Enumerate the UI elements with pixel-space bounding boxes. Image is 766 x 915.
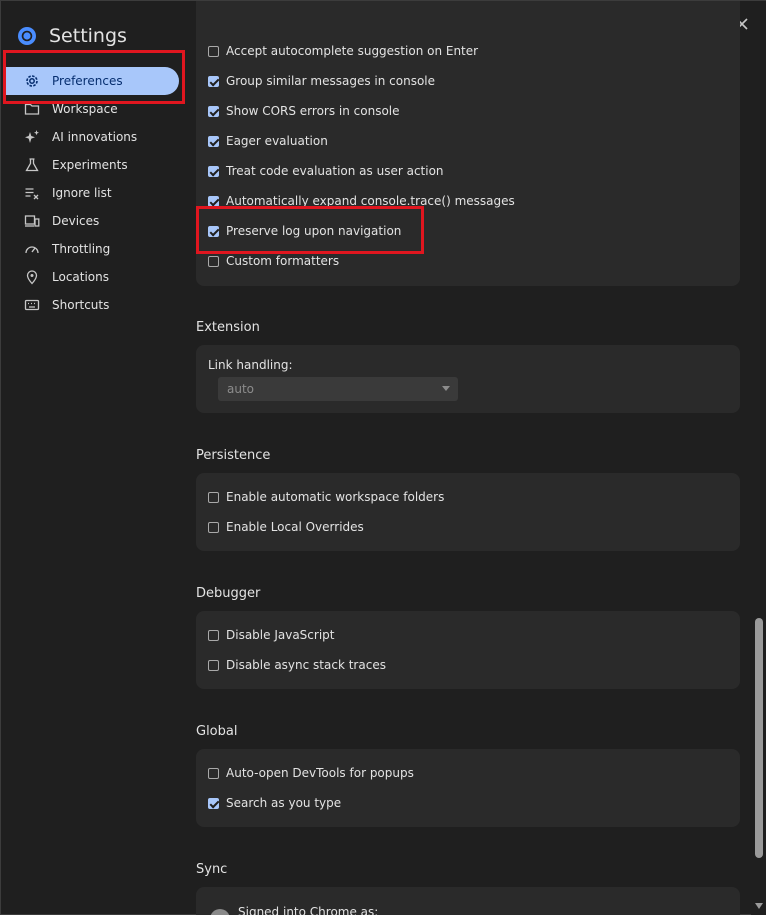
checkbox[interactable]: [208, 195, 219, 207]
sidebar-item-throttling[interactable]: Throttling: [5, 235, 179, 263]
option-custom-formatters[interactable]: Custom formatters: [208, 251, 339, 271]
sidebar-item-label: Ignore list: [52, 186, 112, 200]
option-show-cors[interactable]: Show CORS errors in console: [208, 101, 400, 121]
section-title-sync: Sync: [196, 862, 228, 877]
settings-header: Settings: [17, 25, 127, 47]
link-handling-label: Link handling:: [208, 358, 293, 372]
option-auto-open-devtools[interactable]: Auto-open DevTools for popups: [208, 763, 414, 783]
scrollbar-thumb[interactable]: [755, 618, 763, 858]
option-group-similar[interactable]: Group similar messages in console: [208, 71, 435, 91]
keyboard-icon: [23, 296, 41, 314]
sidebar-item-preferences[interactable]: Preferences: [5, 67, 179, 95]
option-label: Custom formatters: [226, 254, 340, 268]
settings-content: Accept autocomplete suggestion on Enter …: [196, 1, 741, 915]
sidebar-item-ai-innovations[interactable]: AI innovations: [5, 123, 179, 151]
gauge-icon: [23, 240, 41, 258]
ignore-list-icon: [23, 184, 41, 202]
console-settings-card: Accept autocomplete suggestion on Enter …: [196, 1, 740, 286]
sidebar-item-label: Shortcuts: [52, 298, 110, 312]
checkbox[interactable]: [208, 797, 219, 809]
sidebar-item-label: Throttling: [52, 242, 111, 256]
checkbox[interactable]: [208, 767, 219, 779]
persistence-card: Enable automatic workspace folders Enabl…: [196, 473, 740, 551]
option-eager-evaluation[interactable]: Eager evaluation: [208, 131, 328, 151]
checkbox[interactable]: [208, 491, 219, 503]
option-label: Enable automatic workspace folders: [226, 490, 445, 504]
section-title-global: Global: [196, 724, 238, 739]
checkbox[interactable]: [208, 225, 219, 237]
option-expand-console-trace[interactable]: Automatically expand console.trace() mes…: [208, 191, 515, 211]
sidebar-item-label: Locations: [52, 270, 110, 284]
sparkle-icon: [23, 128, 41, 146]
checkbox[interactable]: [208, 165, 219, 177]
link-handling-select[interactable]: auto: [218, 377, 458, 401]
option-label: Accept autocomplete suggestion on Enter: [226, 44, 479, 58]
option-label: Treat code evaluation as user action: [226, 164, 444, 178]
sidebar-item-label: Devices: [52, 214, 100, 228]
signed-in-text: Signed into Chrome as:: [238, 905, 379, 915]
debugger-card: Disable JavaScript Disable async stack t…: [196, 611, 740, 689]
folder-icon: [23, 100, 41, 118]
option-accept-autocomplete[interactable]: Accept autocomplete suggestion on Enter: [208, 41, 478, 61]
chrome-devtools-logo: [18, 27, 36, 45]
sidebar-item-devices[interactable]: Devices: [5, 207, 179, 235]
sidebar-item-label: Preferences: [52, 74, 123, 88]
option-label: Preserve log upon navigation: [226, 224, 402, 238]
option-label: Enable Local Overrides: [226, 520, 364, 534]
option-treat-code-evaluation[interactable]: Treat code evaluation as user action: [208, 161, 444, 181]
location-pin-icon: [23, 268, 41, 286]
section-title-debugger: Debugger: [196, 586, 261, 601]
devices-icon: [23, 212, 41, 230]
option-label: Automatically expand console.trace() mes…: [226, 194, 515, 208]
sidebar-item-ignore-list[interactable]: Ignore list: [5, 179, 179, 207]
option-auto-workspace-folders[interactable]: Enable automatic workspace folders: [208, 487, 444, 507]
gear-icon: [23, 72, 41, 90]
page-title: Settings: [49, 25, 127, 47]
checkbox[interactable]: [208, 521, 219, 533]
chevron-down-icon: [442, 386, 450, 391]
sidebar-item-shortcuts[interactable]: Shortcuts: [5, 291, 179, 319]
option-label: Auto-open DevTools for popups: [226, 766, 414, 780]
settings-nav: Preferences Workspace AI innovations Exp…: [1, 67, 187, 319]
option-disable-javascript[interactable]: Disable JavaScript: [208, 625, 334, 645]
section-title-persistence: Persistence: [196, 448, 271, 463]
link-handling-value: auto: [227, 382, 255, 396]
option-label: Show CORS errors in console: [226, 104, 400, 118]
option-local-overrides[interactable]: Enable Local Overrides: [208, 517, 364, 537]
settings-window: Settings Preferences Workspace AI innova…: [0, 0, 766, 915]
sidebar-item-label: AI innovations: [52, 130, 138, 144]
option-search-as-you-type[interactable]: Search as you type: [208, 793, 341, 813]
sidebar-item-label: Experiments: [52, 158, 128, 172]
sidebar-item-workspace[interactable]: Workspace: [5, 95, 179, 123]
avatar: [210, 909, 230, 915]
checkbox[interactable]: [208, 135, 219, 147]
option-disable-async-stack[interactable]: Disable async stack traces: [208, 655, 386, 675]
flask-icon: [23, 156, 41, 174]
sidebar-item-locations[interactable]: Locations: [5, 263, 179, 291]
option-label: Eager evaluation: [226, 134, 328, 148]
checkbox[interactable]: [208, 45, 219, 57]
global-card: Auto-open DevTools for popups Search as …: [196, 749, 740, 827]
option-label: Disable async stack traces: [226, 658, 386, 672]
option-label: Group similar messages in console: [226, 74, 435, 88]
option-label: Disable JavaScript: [226, 628, 335, 642]
sidebar-item-experiments[interactable]: Experiments: [5, 151, 179, 179]
checkbox[interactable]: [208, 75, 219, 87]
checkbox[interactable]: [208, 255, 219, 267]
checkbox[interactable]: [208, 105, 219, 117]
option-preserve-log[interactable]: Preserve log upon navigation: [208, 221, 401, 241]
extension-card: Link handling: auto: [196, 345, 740, 413]
sync-card: Signed into Chrome as:: [196, 887, 740, 915]
option-label: Search as you type: [226, 796, 342, 810]
checkbox[interactable]: [208, 629, 219, 641]
checkbox[interactable]: [208, 659, 219, 671]
settings-sidebar: Settings Preferences Workspace AI innova…: [1, 1, 187, 915]
sidebar-item-label: Workspace: [52, 102, 118, 116]
scroll-down-arrow-icon[interactable]: [755, 903, 763, 909]
section-title-extension: Extension: [196, 320, 260, 335]
